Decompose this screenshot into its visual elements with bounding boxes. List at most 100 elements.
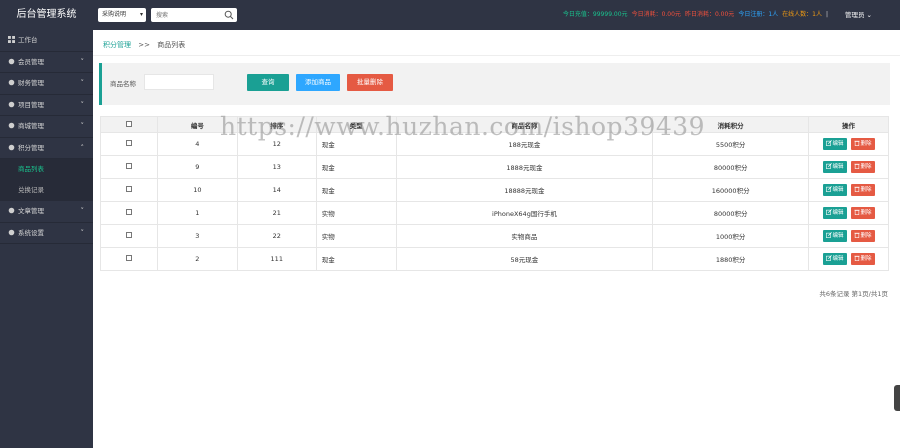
- sidebar-subitem[interactable]: 商品列表: [0, 159, 93, 180]
- edit-button[interactable]: 编辑: [822, 138, 847, 150]
- sidebar-item[interactable]: 商城管理 ˅: [0, 116, 93, 138]
- cell-sort: 13: [236, 155, 317, 179]
- sidebar: 工作台会员管理 ˅ 财务管理 ˅ 项目管理 ˅ 商城管理 ˅ 积分管理 ˄ 商品列表 兑换记录 文章管理…: [0, 30, 93, 448]
- delete-button[interactable]: 删除: [850, 184, 875, 196]
- row-checkbox[interactable]: [125, 232, 132, 238]
- side-drawer-handle[interactable]: [894, 385, 900, 411]
- table-row: 2 111 现金 58元现金 1880积分 编辑 删除: [100, 247, 889, 271]
- delete-label: 删除: [860, 164, 872, 170]
- chevron-down-icon: ⌄: [866, 11, 872, 19]
- sidebar-subitem[interactable]: 兑换记录: [0, 180, 93, 201]
- edit-button[interactable]: 编辑: [822, 230, 847, 242]
- row-select-cell[interactable]: [100, 247, 158, 271]
- menu-icon: [8, 224, 15, 235]
- sidebar-item[interactable]: 财务管理 ˅: [0, 73, 93, 95]
- sidebar-item[interactable]: 系统设置 ˅: [0, 223, 93, 244]
- select-all-cell[interactable]: [100, 116, 158, 133]
- search-icon[interactable]: [224, 10, 234, 20]
- row-checkbox[interactable]: [125, 163, 132, 169]
- edit-icon: [825, 255, 833, 262]
- chevron-down-icon: ˅: [80, 228, 85, 237]
- trash-icon: [853, 255, 861, 262]
- menu-icon: [8, 139, 15, 150]
- edit-button[interactable]: 编辑: [822, 161, 847, 173]
- product-name-input[interactable]: [144, 74, 214, 90]
- delete-button[interactable]: 删除: [850, 161, 875, 173]
- row-select-cell[interactable]: [100, 201, 158, 225]
- edit-label: 编辑: [832, 187, 844, 193]
- sidebar-item[interactable]: 工作台: [0, 30, 93, 52]
- stats-separator: |: [825, 11, 828, 18]
- row-checkbox[interactable]: [125, 140, 132, 146]
- row-select-cell[interactable]: [100, 224, 158, 248]
- sidebar-item[interactable]: 文章管理 ˅: [0, 201, 93, 223]
- delete-button[interactable]: 删除: [850, 207, 875, 219]
- search-type-select[interactable]: 采购说明 ▾: [98, 8, 146, 22]
- delete-label: 删除: [860, 233, 872, 239]
- cell-actions: 编辑 删除: [808, 224, 889, 248]
- cell-type: 实物: [315, 201, 397, 225]
- stat-item: 昨日消耗：0.00元: [684, 11, 735, 18]
- breadcrumb: 积分管理 >> 商品列表: [103, 40, 185, 50]
- cell-type: 现金: [315, 155, 397, 179]
- delete-button[interactable]: 删除: [850, 230, 875, 242]
- cell-actions: 编辑 删除: [808, 155, 889, 179]
- top-bar: 后台管理系统 采购说明 ▾ 今日充值：99999.00元今日消耗：0.00元昨日…: [0, 0, 900, 30]
- stats-bar: 今日充值：99999.00元 今日消耗：0.00元 昨日消耗：0.00元 今日注册：1…: [559, 0, 828, 30]
- batch-delete-button[interactable]: 批量删除: [347, 74, 393, 91]
- row-select-cell[interactable]: [100, 178, 158, 202]
- chevron-down-icon: ˅: [80, 100, 85, 109]
- cell-actions: 编辑 删除: [808, 201, 889, 225]
- delete-button[interactable]: 删除: [850, 138, 875, 150]
- delete-label: 删除: [860, 210, 872, 216]
- select-all-checkbox[interactable]: [125, 120, 132, 127]
- row-select-cell[interactable]: [100, 155, 158, 179]
- table-row: 1 21 实物 iPhoneX64g国行手机 80000积分 编辑 删除: [100, 201, 889, 225]
- sidebar-item-label: 工作台: [18, 36, 38, 44]
- stat-item: 今日充值：99999.00元: [562, 11, 628, 18]
- stat-item: 在线人数：1人: [782, 11, 822, 18]
- edit-button[interactable]: 编辑: [822, 184, 847, 196]
- trash-icon: [853, 209, 861, 216]
- chevron-down-icon: ˅: [80, 207, 85, 215]
- sidebar-item-label: 会员管理: [18, 57, 44, 66]
- delete-button[interactable]: 删除: [850, 253, 875, 265]
- trash-icon: [853, 163, 861, 170]
- cell-name: 18888元现金: [395, 178, 654, 202]
- menu-icon: [8, 74, 15, 86]
- delete-label: 删除: [860, 141, 872, 147]
- app-title: 后台管理系统: [16, 9, 77, 20]
- top-search-box: [151, 8, 237, 22]
- sidebar-item[interactable]: 会员管理 ˅: [0, 52, 93, 73]
- edit-label: 编辑: [832, 210, 844, 216]
- edit-icon: [825, 232, 833, 239]
- edit-button[interactable]: 编辑: [822, 207, 847, 219]
- row-select-cell[interactable]: [100, 132, 158, 156]
- edit-button[interactable]: 编辑: [822, 253, 847, 265]
- sidebar-item[interactable]: 项目管理 ˅: [0, 95, 93, 116]
- row-checkbox[interactable]: [125, 186, 132, 192]
- divider: [93, 55, 900, 56]
- user-menu[interactable]: 管理员 ⌄: [845, 0, 872, 30]
- edit-icon: [825, 163, 833, 170]
- menu-icon: [8, 53, 15, 64]
- edit-icon: [825, 209, 833, 216]
- cell-name: iPhoneX64g国行手机: [395, 201, 654, 225]
- edit-label: 编辑: [832, 141, 844, 147]
- chevron-down-icon: ˅: [80, 57, 85, 66]
- sidebar-item-label: 商城管理: [18, 122, 44, 130]
- watermark: https://www.huzhan.com/ishop39439: [220, 112, 706, 141]
- user-name: 管理员: [844, 11, 865, 19]
- row-checkbox[interactable]: [125, 209, 132, 215]
- filter-panel: 商品名称 查询 添加商品 批量删除: [99, 63, 890, 105]
- search-button[interactable]: 查询: [247, 74, 289, 91]
- breadcrumb-home[interactable]: 积分管理: [103, 41, 131, 49]
- add-product-button[interactable]: 添加商品: [296, 74, 340, 91]
- stat-item: 今日注册：1人: [738, 11, 779, 18]
- trash-icon: [853, 186, 861, 193]
- top-search-input[interactable]: [151, 8, 219, 22]
- row-checkbox[interactable]: [125, 255, 132, 261]
- chevron-down-icon: ˅: [80, 122, 85, 130]
- product-name-label: 商品名称: [110, 80, 136, 88]
- sidebar-item[interactable]: 积分管理 ˄: [0, 138, 93, 159]
